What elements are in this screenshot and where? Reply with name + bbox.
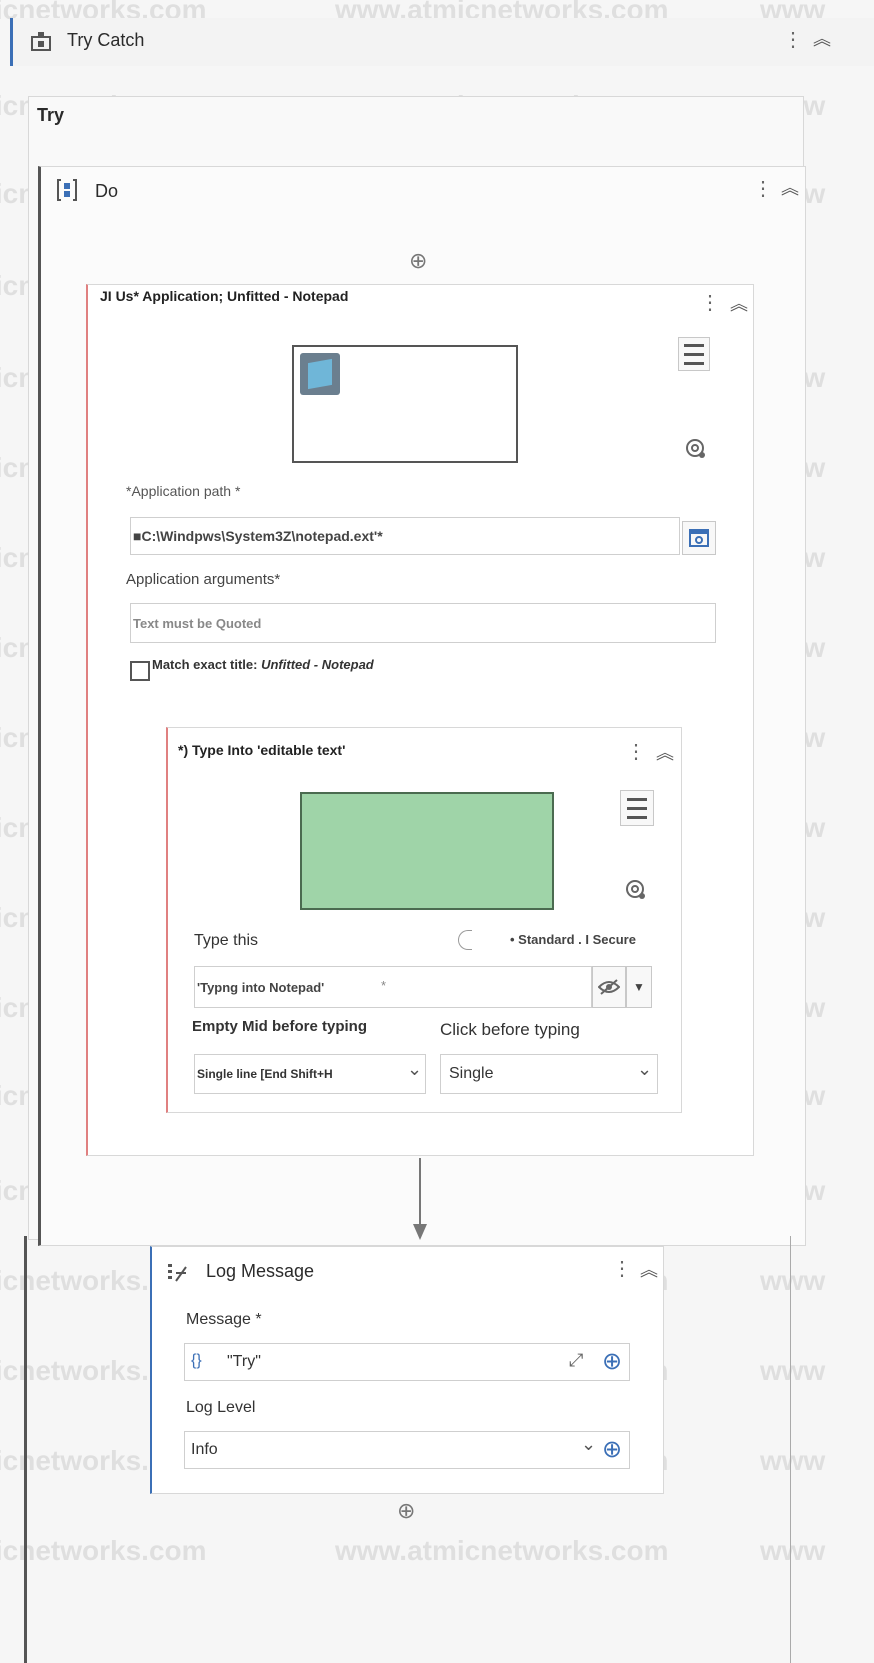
expression-braces-icon: {}	[191, 1352, 202, 1369]
message-add-icon[interactable]: ⊕	[602, 1347, 622, 1376]
use-application-menu-icon[interactable]: ⋮	[700, 293, 720, 313]
empty-field-select[interactable]: Single line [End Shift+H ⌄	[194, 1054, 426, 1094]
log-message-collapse-icon[interactable]: ︽	[640, 1261, 658, 1279]
try-catch-collapse-icon[interactable]: ︽	[813, 30, 831, 48]
chevron-down-icon: ⌄	[407, 1059, 423, 1079]
type-into-menu-icon[interactable]: ⋮	[626, 742, 646, 762]
chevron-down-icon: ⌄	[637, 1059, 653, 1079]
app-path-field[interactable]: ■C:\Windpws\System3Z\notepad.ext'*	[130, 517, 680, 555]
log-level-label: Log Level	[186, 1399, 256, 1416]
type-into-target-icon[interactable]	[624, 878, 648, 902]
type-into-collapse-icon[interactable]: ︽	[656, 744, 674, 762]
log-message-title: Log Message	[206, 1261, 315, 1281]
message-field[interactable]: {} "Try" ⤢	[184, 1343, 630, 1381]
log-message-menu-icon[interactable]: ⋮	[612, 1259, 632, 1279]
do-sequence-collapse-icon[interactable]: ︽	[781, 179, 799, 197]
click-before-select[interactable]: Single ⌄	[440, 1054, 658, 1094]
app-args-field[interactable]: Text must be Quoted	[130, 603, 716, 643]
type-text-field[interactable]: 'Typng into Notepad' *	[194, 966, 592, 1008]
type-options-dropdown[interactable]: ▼	[626, 966, 652, 1008]
click-before-label: Click before typing	[440, 1020, 580, 1039]
standard-radio[interactable]	[458, 930, 472, 950]
type-into-options-icon[interactable]	[620, 790, 654, 826]
log-level-add-icon[interactable]: ⊕	[602, 1435, 622, 1464]
secure-toggle-button[interactable]	[592, 966, 626, 1008]
sequence-icon	[57, 179, 77, 201]
app-screenshot-preview[interactable]	[292, 345, 518, 463]
try-section-title: Try	[37, 105, 65, 125]
type-this-label: Type this	[194, 932, 259, 949]
try-catch-icon	[31, 32, 51, 51]
do-sequence-title: Do	[95, 181, 119, 201]
expand-editor-icon[interactable]: ⤢	[569, 1350, 583, 1371]
eye-hidden-icon	[598, 979, 620, 995]
log-message-icon	[168, 1264, 187, 1282]
log-message-activity[interactable]: Log Message ⋮ ︽ Message * {} "Try" ⤢ ⊕ L…	[150, 1246, 664, 1494]
caret-down-icon: ▼	[633, 980, 645, 994]
add-activity-icon[interactable]: ⊕	[409, 248, 427, 274]
match-exact-title-label: Match exact title: Unfitted - Notepad	[152, 657, 374, 672]
do-sequence-menu-icon[interactable]: ⋮	[753, 179, 773, 199]
try-catch-menu-icon[interactable]: ⋮	[783, 30, 803, 50]
use-application-activity[interactable]: JI Us* Application; Unfitted - Notepad ⋮…	[86, 284, 754, 1156]
browse-file-button[interactable]	[682, 521, 716, 555]
type-into-activity[interactable]: *) Type Into 'editable text' ⋮ ︽ Type th…	[166, 727, 682, 1113]
log-level-select[interactable]: Info ⌄	[184, 1431, 630, 1469]
options-menu-icon[interactable]	[678, 337, 710, 371]
add-activity-bottom-icon[interactable]: ⊕	[397, 1498, 415, 1524]
target-indicate-icon[interactable]	[684, 437, 708, 461]
use-application-collapse-icon[interactable]: ︽	[730, 295, 748, 313]
mode-selector[interactable]: • Standard . I Secure	[458, 928, 658, 952]
app-path-label: *Application path *	[126, 483, 241, 499]
browse-file-icon	[689, 529, 709, 547]
mode-text: • Standard . I Secure	[510, 932, 636, 947]
app-args-label: Application arguments*	[126, 571, 281, 588]
target-element-preview[interactable]	[300, 792, 554, 910]
notepad-app-icon	[300, 353, 340, 395]
empty-field-label: Empty Mid before typing	[192, 1018, 368, 1035]
use-application-title: JI Us* Application; Unfitted - Notepad	[100, 288, 349, 304]
outer-right-rail	[790, 1236, 791, 1663]
message-label: Message *	[186, 1311, 262, 1328]
outer-left-rail	[24, 1236, 27, 1663]
chevron-down-icon: ⌄	[581, 1434, 597, 1454]
try-catch-title: Try Catch	[67, 30, 145, 50]
match-exact-title-checkbox[interactable]	[130, 661, 150, 681]
try-catch-activity[interactable]: Try Catch ⋮ ︽	[10, 18, 874, 66]
type-into-title: *) Type Into 'editable text'	[178, 742, 346, 758]
connector-arrow	[413, 1158, 427, 1240]
